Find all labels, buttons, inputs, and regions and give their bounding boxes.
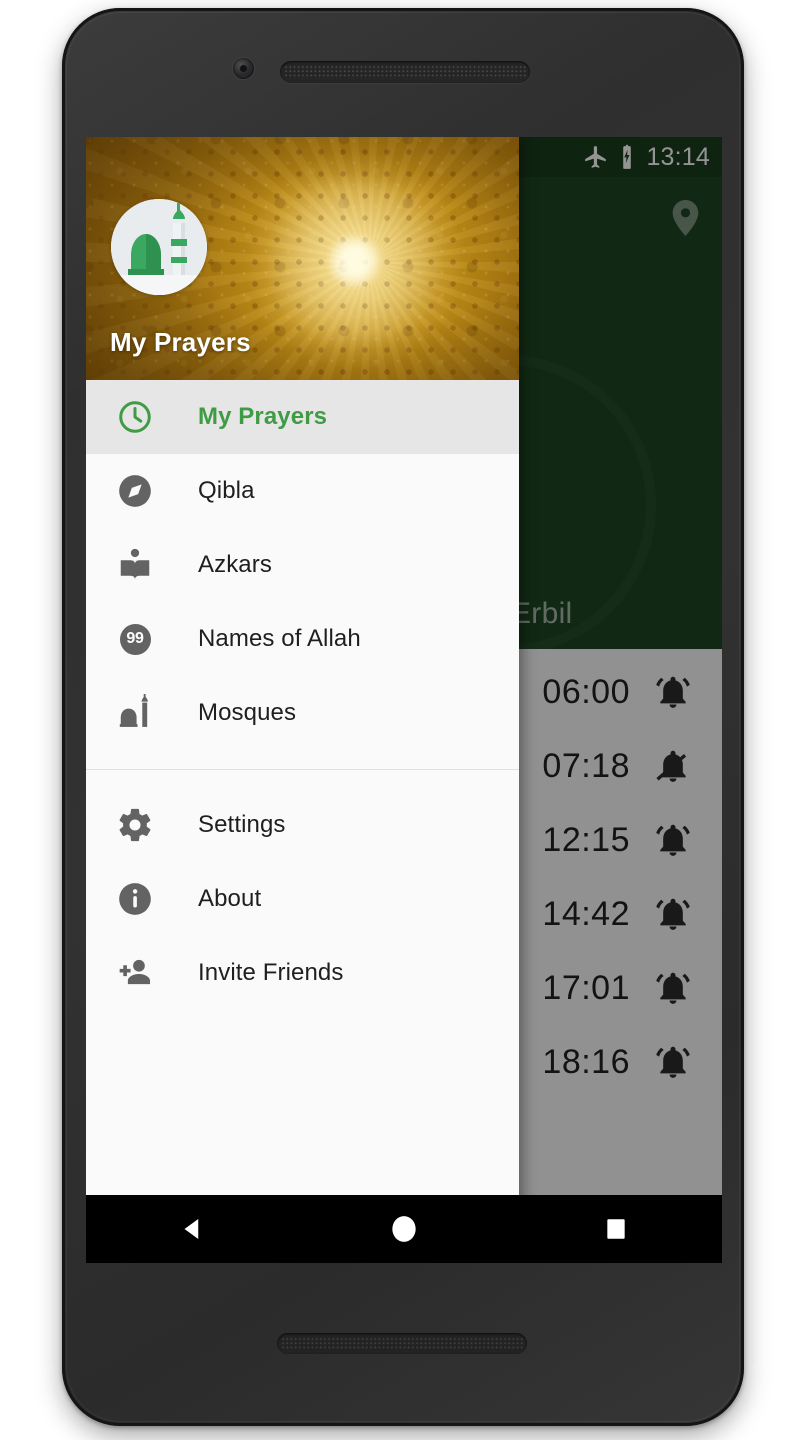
drawer-item-invite-friends[interactable]: Invite Friends <box>86 936 519 1010</box>
drawer-item-names-of-allah[interactable]: 99 Names of Allah <box>86 602 519 676</box>
open-book-icon <box>113 543 157 587</box>
badge-99-icon: 99 <box>113 617 157 661</box>
clock-icon <box>113 395 157 439</box>
recents-square-icon[interactable] <box>577 1195 655 1263</box>
drawer-header: My Prayers <box>86 137 519 380</box>
drawer-item-mosques[interactable]: Mosques <box>86 676 519 750</box>
drawer-item-label: My Prayers <box>198 403 328 430</box>
gear-icon <box>113 803 157 847</box>
drawer-item-about[interactable]: About <box>86 862 519 936</box>
person-add-icon <box>113 951 157 995</box>
drawer-menu: My Prayers Qibla Azkars 99 Names of Allah Mos… <box>86 380 519 1263</box>
mosque-icon <box>113 691 157 735</box>
bottom-speaker-grille <box>277 1333 527 1354</box>
drawer-item-settings[interactable]: Settings <box>86 788 519 862</box>
home-circle-icon[interactable] <box>365 1195 443 1263</box>
drawer-item-label: Mosques <box>198 699 297 726</box>
navigation-drawer: My Prayers My Prayers Qibla Azkars 99 Names … <box>86 137 519 1263</box>
android-navigation-bar <box>86 1195 722 1263</box>
drawer-item-qibla[interactable]: Qibla <box>86 454 519 528</box>
back-triangle-icon[interactable] <box>153 1195 231 1263</box>
drawer-item-label: Settings <box>198 811 286 838</box>
mosque-avatar-icon[interactable] <box>111 199 207 295</box>
drawer-item-azkars[interactable]: Azkars <box>86 528 519 602</box>
drawer-item-label: Invite Friends <box>198 959 344 986</box>
drawer-secondary-group: Settings About Invite Friends <box>86 788 519 1010</box>
drawer-item-my-prayers[interactable]: My Prayers <box>86 380 519 454</box>
drawer-item-label: Qibla <box>198 477 255 504</box>
drawer-divider <box>86 769 519 770</box>
drawer-item-label: About <box>198 885 262 912</box>
badge-99-label: 99 <box>119 623 151 655</box>
phone-screen: 13:14 Erbil 06:00 07:18 12:15 14:42 17:01 18:… <box>86 137 722 1263</box>
front-camera <box>233 58 254 79</box>
drawer-title: My Prayers <box>110 327 251 357</box>
drawer-primary-group: My Prayers Qibla Azkars 99 Names of Allah Mos… <box>86 380 519 750</box>
earpiece-speaker <box>280 61 530 83</box>
info-circle-icon <box>113 877 157 921</box>
drawer-item-label: Azkars <box>198 551 272 578</box>
compass-icon <box>113 469 157 513</box>
drawer-item-label: Names of Allah <box>198 625 361 652</box>
